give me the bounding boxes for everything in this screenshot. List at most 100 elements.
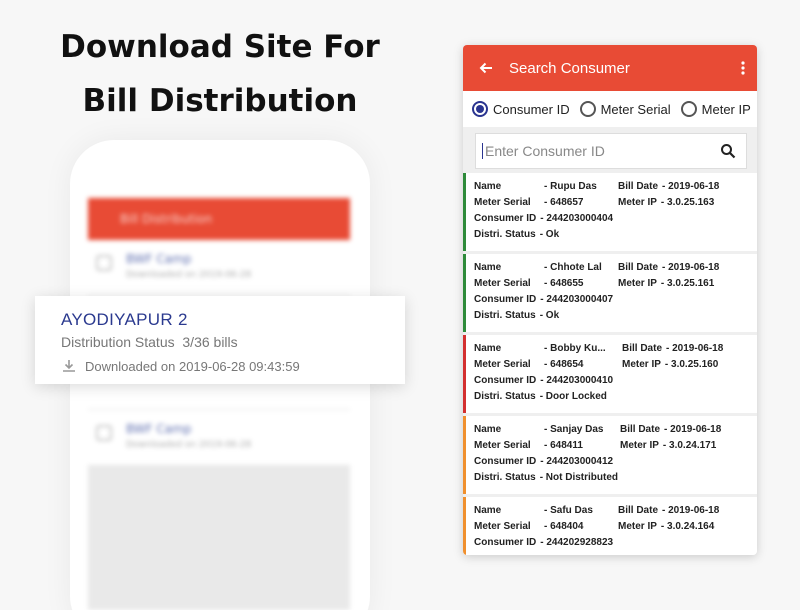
consumer-name-label: Name xyxy=(474,262,502,273)
more-vert-icon xyxy=(741,61,745,75)
list-item: BWF Camp Downloaded on 2019-06-28 xyxy=(88,410,350,466)
consumer-name-row: Name - Chhote Lal xyxy=(474,262,602,273)
distribution-status-row: Distri. Status - Ok xyxy=(474,229,559,240)
consumer-id-row: Consumer ID - 244203000410 xyxy=(474,375,613,386)
consumer-name-label: Name xyxy=(474,343,502,354)
consumer-list: Name - Rupu Das Meter Serial - 648657 Consum… xyxy=(463,173,757,555)
consumer-name-label: Name xyxy=(474,181,502,192)
bill-date-value: - 2019-06-18 xyxy=(664,424,722,435)
site-name: AYODIYAPUR 2 xyxy=(61,310,188,329)
meter-ip-value: - 3.0.25.161 xyxy=(660,278,715,289)
consumer-id-value: - 244203000407 xyxy=(540,294,614,305)
radio-unchecked-icon xyxy=(680,101,697,117)
blurred-row-sub: Downloaded on 2019-06-28 xyxy=(126,270,252,280)
radio-unchecked-icon xyxy=(579,101,596,117)
bill-date-label: Bill Date xyxy=(618,262,659,273)
bill-date-row: Bill Date - 2019-06-18 xyxy=(622,343,723,354)
distribution-status-label: Distri. Status xyxy=(474,229,536,240)
blurred-row-name: BWF Camp xyxy=(126,252,192,266)
consumer-id-row: Consumer ID - 244202928823 xyxy=(474,537,613,548)
blurred-row-sub: Downloaded on 2019-06-28 xyxy=(126,440,252,450)
meter-ip-label: Meter IP xyxy=(618,197,657,208)
meter-ip-label: Meter IP xyxy=(620,440,659,451)
consumer-id-value: - 244203000412 xyxy=(540,456,614,467)
meter-serial-label: Meter Serial xyxy=(474,440,531,451)
consumer-id-value: - 244202928823 xyxy=(540,537,614,548)
meter-ip-value: - 3.0.25.163 xyxy=(660,197,715,208)
consumer-name-row: Name - Safu Das xyxy=(474,505,593,516)
consumer-id-row: Consumer ID - 244203000407 xyxy=(474,294,613,305)
distribution-status-label: Distri. Status xyxy=(474,391,536,402)
app-screen: Search Consumer Consumer ID Meter Serial… xyxy=(463,45,757,555)
meter-ip-row: Meter IP - 3.0.24.171 xyxy=(620,440,716,451)
search-box xyxy=(475,133,747,169)
meter-ip-value: - 3.0.24.171 xyxy=(662,440,717,451)
consumer-id-label: Consumer ID xyxy=(474,375,537,386)
arrow-left-icon xyxy=(479,62,492,74)
radio-checked-icon xyxy=(472,101,488,117)
radio-meter-serial[interactable]: Meter Serial xyxy=(579,101,671,117)
bill-date-row: Bill Date - 2019-06-18 xyxy=(618,181,719,192)
meter-ip-label: Meter IP xyxy=(618,278,657,289)
consumer-id-label: Consumer ID xyxy=(474,213,537,224)
meter-ip-value: - 3.0.25.160 xyxy=(664,359,719,370)
status-label: Distribution Status xyxy=(61,334,175,350)
consumer-name-row: Name - Sanjay Das xyxy=(474,424,603,435)
blurred-app-bar: Bill Distribution xyxy=(88,198,350,240)
meter-serial-value: - 648654 xyxy=(544,359,584,370)
bill-date-value: - 2019-06-18 xyxy=(666,343,724,354)
bill-date-value: - 2019-06-18 xyxy=(662,505,720,516)
site-card[interactable]: AYODIYAPUR 2 Distribution Status 3/36 bi… xyxy=(35,296,405,384)
distribution-status-value: - Not Distributed xyxy=(539,472,619,483)
distribution-status-value: - Ok xyxy=(539,229,560,240)
meter-serial-label: Meter Serial xyxy=(474,359,531,370)
radio-consumer-id[interactable]: Consumer ID xyxy=(472,101,570,117)
search-input[interactable] xyxy=(482,143,720,159)
search-icon[interactable] xyxy=(720,143,736,159)
meter-serial-row: Meter Serial - 648655 xyxy=(474,278,583,289)
meter-serial-row: Meter Serial - 648657 xyxy=(474,197,583,208)
meter-ip-row: Meter IP - 3.0.25.160 xyxy=(622,359,718,370)
distribution-status-value: - Ok xyxy=(539,310,560,321)
consumer-id-row: Consumer ID - 244203000412 xyxy=(474,456,613,467)
consumer-name-label: Name xyxy=(474,505,502,516)
bill-date-label: Bill Date xyxy=(618,505,659,516)
consumer-card[interactable]: Name - Sanjay Das Meter Serial - 648411 Cons… xyxy=(463,416,757,494)
checkbox-icon xyxy=(96,255,112,271)
consumer-id-value: - 244203000410 xyxy=(540,375,614,386)
headline: Download Site For Bill Distribution xyxy=(20,20,420,128)
meter-ip-label: Meter IP xyxy=(622,359,661,370)
bill-date-row: Bill Date - 2019-06-18 xyxy=(618,262,719,273)
meter-serial-label: Meter Serial xyxy=(474,521,531,532)
radio-meter-ip[interactable]: Meter IP xyxy=(680,101,751,117)
distribution-status-value: - Door Locked xyxy=(539,391,607,402)
page-title: Search Consumer xyxy=(509,59,630,77)
headline-line-1: Download Site For xyxy=(60,29,380,65)
consumer-name-row: Name - Bobby Ku... xyxy=(474,343,606,354)
meter-ip-label: Meter IP xyxy=(618,521,657,532)
consumer-card[interactable]: Name - Chhote Lal Meter Serial - 648655 Cons… xyxy=(463,254,757,332)
meter-serial-row: Meter Serial - 648654 xyxy=(474,359,583,370)
meter-serial-label: Meter Serial xyxy=(474,278,531,289)
meter-serial-row: Meter Serial - 648411 xyxy=(474,440,583,451)
search-type-radio-group: Consumer ID Meter Serial Meter IP xyxy=(463,91,757,127)
meter-serial-value: - 648655 xyxy=(544,278,584,289)
distribution-status: Distribution Status 3/36 bills xyxy=(61,334,405,350)
consumer-name-value: - Safu Das xyxy=(544,505,593,516)
checkbox-icon xyxy=(96,425,112,441)
blurred-row-name: BWF Camp xyxy=(126,422,192,436)
consumer-name-value: - Rupu Das xyxy=(544,181,597,192)
bill-date-value: - 2019-06-18 xyxy=(662,181,720,192)
consumer-card[interactable]: Name - Safu Das Meter Serial - 648404 Consum… xyxy=(463,497,757,555)
download-info: Downloaded on 2019-06-28 09:43:59 xyxy=(61,358,405,374)
radio-label: Meter Serial xyxy=(600,101,671,117)
meter-ip-row: Meter IP - 3.0.25.163 xyxy=(618,197,714,208)
back-button[interactable] xyxy=(463,60,509,76)
downloaded-on: Downloaded on 2019-06-28 09:43:59 xyxy=(85,358,300,374)
consumer-name-value: - Sanjay Das xyxy=(544,424,604,435)
overflow-menu-button[interactable] xyxy=(729,61,757,75)
consumer-name-value: - Chhote Lal xyxy=(544,262,602,273)
consumer-card[interactable]: Name - Bobby Ku... Meter Serial - 648654 Con… xyxy=(463,335,757,413)
bill-date-row: Bill Date - 2019-06-18 xyxy=(620,424,721,435)
consumer-card[interactable]: Name - Rupu Das Meter Serial - 648657 Consum… xyxy=(463,173,757,251)
